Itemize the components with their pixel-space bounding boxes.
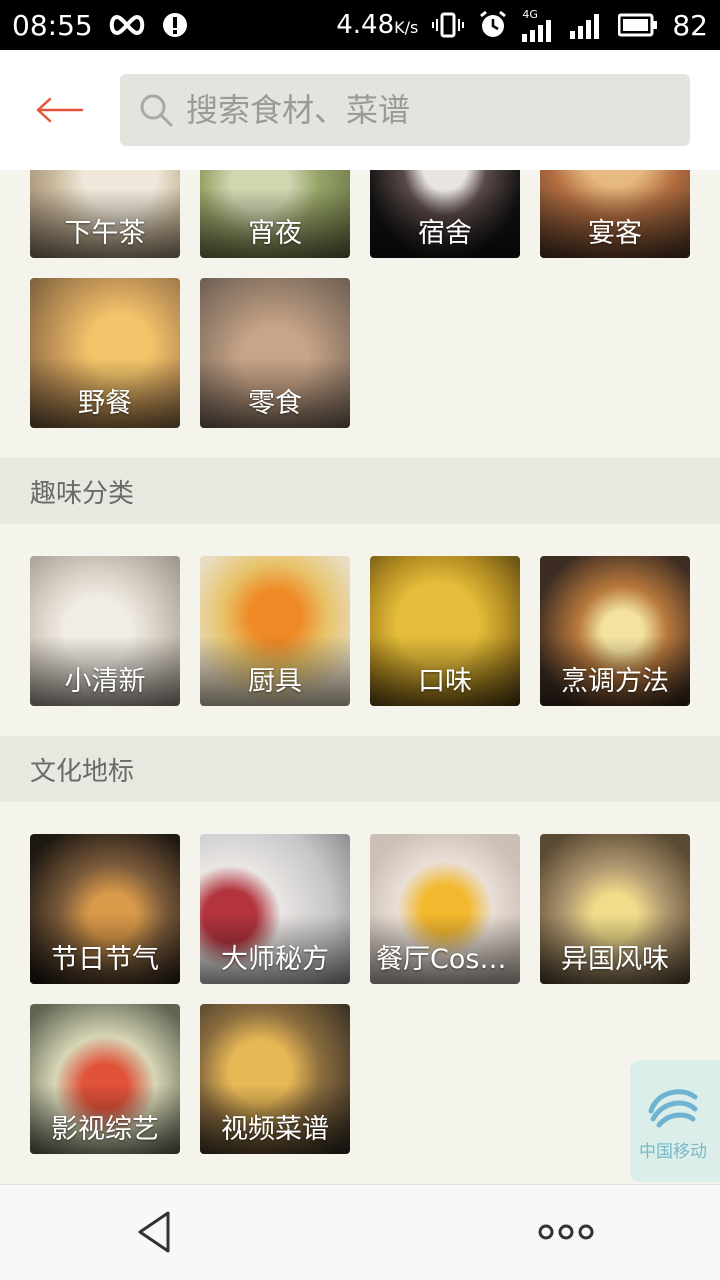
section-header-fun: 趣味分类 bbox=[0, 458, 720, 524]
category-tile-late-night[interactable]: 宵夜 bbox=[200, 170, 350, 258]
network-speed-unit: K/s bbox=[394, 18, 419, 37]
signal-icon bbox=[570, 11, 604, 39]
network-type-label: 4G bbox=[522, 7, 538, 21]
network-speed: 4.48K/s bbox=[336, 10, 418, 40]
network-speed-value: 4.48 bbox=[336, 10, 395, 40]
category-tile-master-recipes[interactable]: 大师秘方 bbox=[200, 834, 350, 984]
section-header-culture: 文化地标 bbox=[0, 736, 720, 802]
search-input[interactable] bbox=[186, 91, 666, 129]
back-button[interactable] bbox=[32, 88, 88, 132]
carrier-float-badge[interactable]: 中国移动 bbox=[630, 1060, 720, 1182]
battery-icon bbox=[618, 13, 658, 37]
culture-row-1: 节日节气 大师秘方 餐厅Cospl... 异国风味 bbox=[30, 834, 690, 984]
tile-label: 零食 bbox=[248, 388, 302, 419]
section-title: 文化地标 bbox=[30, 756, 135, 787]
category-tile-film-tv[interactable]: 影视综艺 bbox=[30, 1004, 180, 1154]
scene-row-2: 野餐 零食 bbox=[30, 278, 350, 428]
tile-label: 餐厅Cospl... bbox=[376, 944, 520, 975]
fun-row: 小清新 厨具 口味 烹调方法 bbox=[30, 556, 690, 706]
tile-label: 宵夜 bbox=[248, 218, 302, 249]
category-tile-cookware[interactable]: 厨具 bbox=[200, 556, 350, 706]
category-tile-banquet[interactable]: 宴客 bbox=[540, 170, 690, 258]
tile-label: 大师秘方 bbox=[221, 944, 329, 975]
search-box[interactable] bbox=[120, 74, 690, 146]
vibrate-icon bbox=[432, 11, 465, 39]
tile-label: 节日节气 bbox=[51, 944, 159, 975]
tile-label: 宴客 bbox=[588, 218, 642, 249]
culture-row-2: 影视综艺 视频菜谱 bbox=[30, 1004, 350, 1154]
battery-level: 82 bbox=[672, 8, 708, 42]
carrier-badge-text: 中国移动 bbox=[639, 1141, 707, 1162]
tile-label: 口味 bbox=[418, 666, 472, 697]
status-time: 08:55 bbox=[12, 8, 93, 42]
tile-label: 烹调方法 bbox=[561, 666, 669, 697]
category-tile-restaurant-cosplay[interactable]: 餐厅Cospl... bbox=[370, 834, 520, 984]
tile-label: 视频菜谱 bbox=[221, 1114, 329, 1145]
system-nav-bar bbox=[0, 1184, 720, 1280]
category-tile-snacks[interactable]: 零食 bbox=[200, 278, 350, 428]
tile-label: 野餐 bbox=[78, 388, 132, 419]
scene-row-1: 下午茶 宵夜 宿舍 宴客 bbox=[30, 170, 690, 258]
china-mobile-logo-icon bbox=[648, 1088, 698, 1127]
tile-label: 小清新 bbox=[64, 666, 146, 697]
category-content[interactable]: 下午茶 宵夜 宿舍 宴客 野餐 零食 趣味分类 小清新 厨具 口味 烹调方法 文… bbox=[0, 170, 720, 1184]
tile-label: 宿舍 bbox=[418, 218, 472, 249]
category-tile-cooking-method[interactable]: 烹调方法 bbox=[540, 556, 690, 706]
three-dots-icon[interactable] bbox=[536, 1215, 596, 1249]
infinity-icon bbox=[107, 13, 147, 37]
category-tile-video-recipes[interactable]: 视频菜谱 bbox=[200, 1004, 350, 1154]
signal-4g-icon: 4G bbox=[522, 9, 556, 42]
status-bar: 08:55 4.48K/s 4G 82 bbox=[0, 0, 720, 50]
back-arrow-icon bbox=[36, 97, 84, 123]
tile-label: 下午茶 bbox=[64, 218, 146, 249]
tile-label: 异国风味 bbox=[561, 944, 669, 975]
section-title: 趣味分类 bbox=[30, 478, 135, 509]
category-tile-fresh[interactable]: 小清新 bbox=[30, 556, 180, 706]
search-icon bbox=[140, 94, 173, 127]
category-tile-exotic-flavor[interactable]: 异国风味 bbox=[540, 834, 690, 984]
category-tile-dorm[interactable]: 宿舍 bbox=[370, 170, 520, 258]
tile-label: 厨具 bbox=[248, 666, 302, 697]
category-tile-picnic[interactable]: 野餐 bbox=[30, 278, 180, 428]
top-header bbox=[0, 50, 720, 170]
alarm-icon bbox=[478, 10, 508, 40]
category-tile-flavor[interactable]: 口味 bbox=[370, 556, 520, 706]
triangle-back-icon[interactable] bbox=[130, 1207, 180, 1257]
tile-label: 影视综艺 bbox=[51, 1114, 159, 1145]
category-tile-afternoon-tea[interactable]: 下午茶 bbox=[30, 170, 180, 258]
category-tile-festivals[interactable]: 节日节气 bbox=[30, 834, 180, 984]
alert-icon bbox=[161, 11, 189, 39]
